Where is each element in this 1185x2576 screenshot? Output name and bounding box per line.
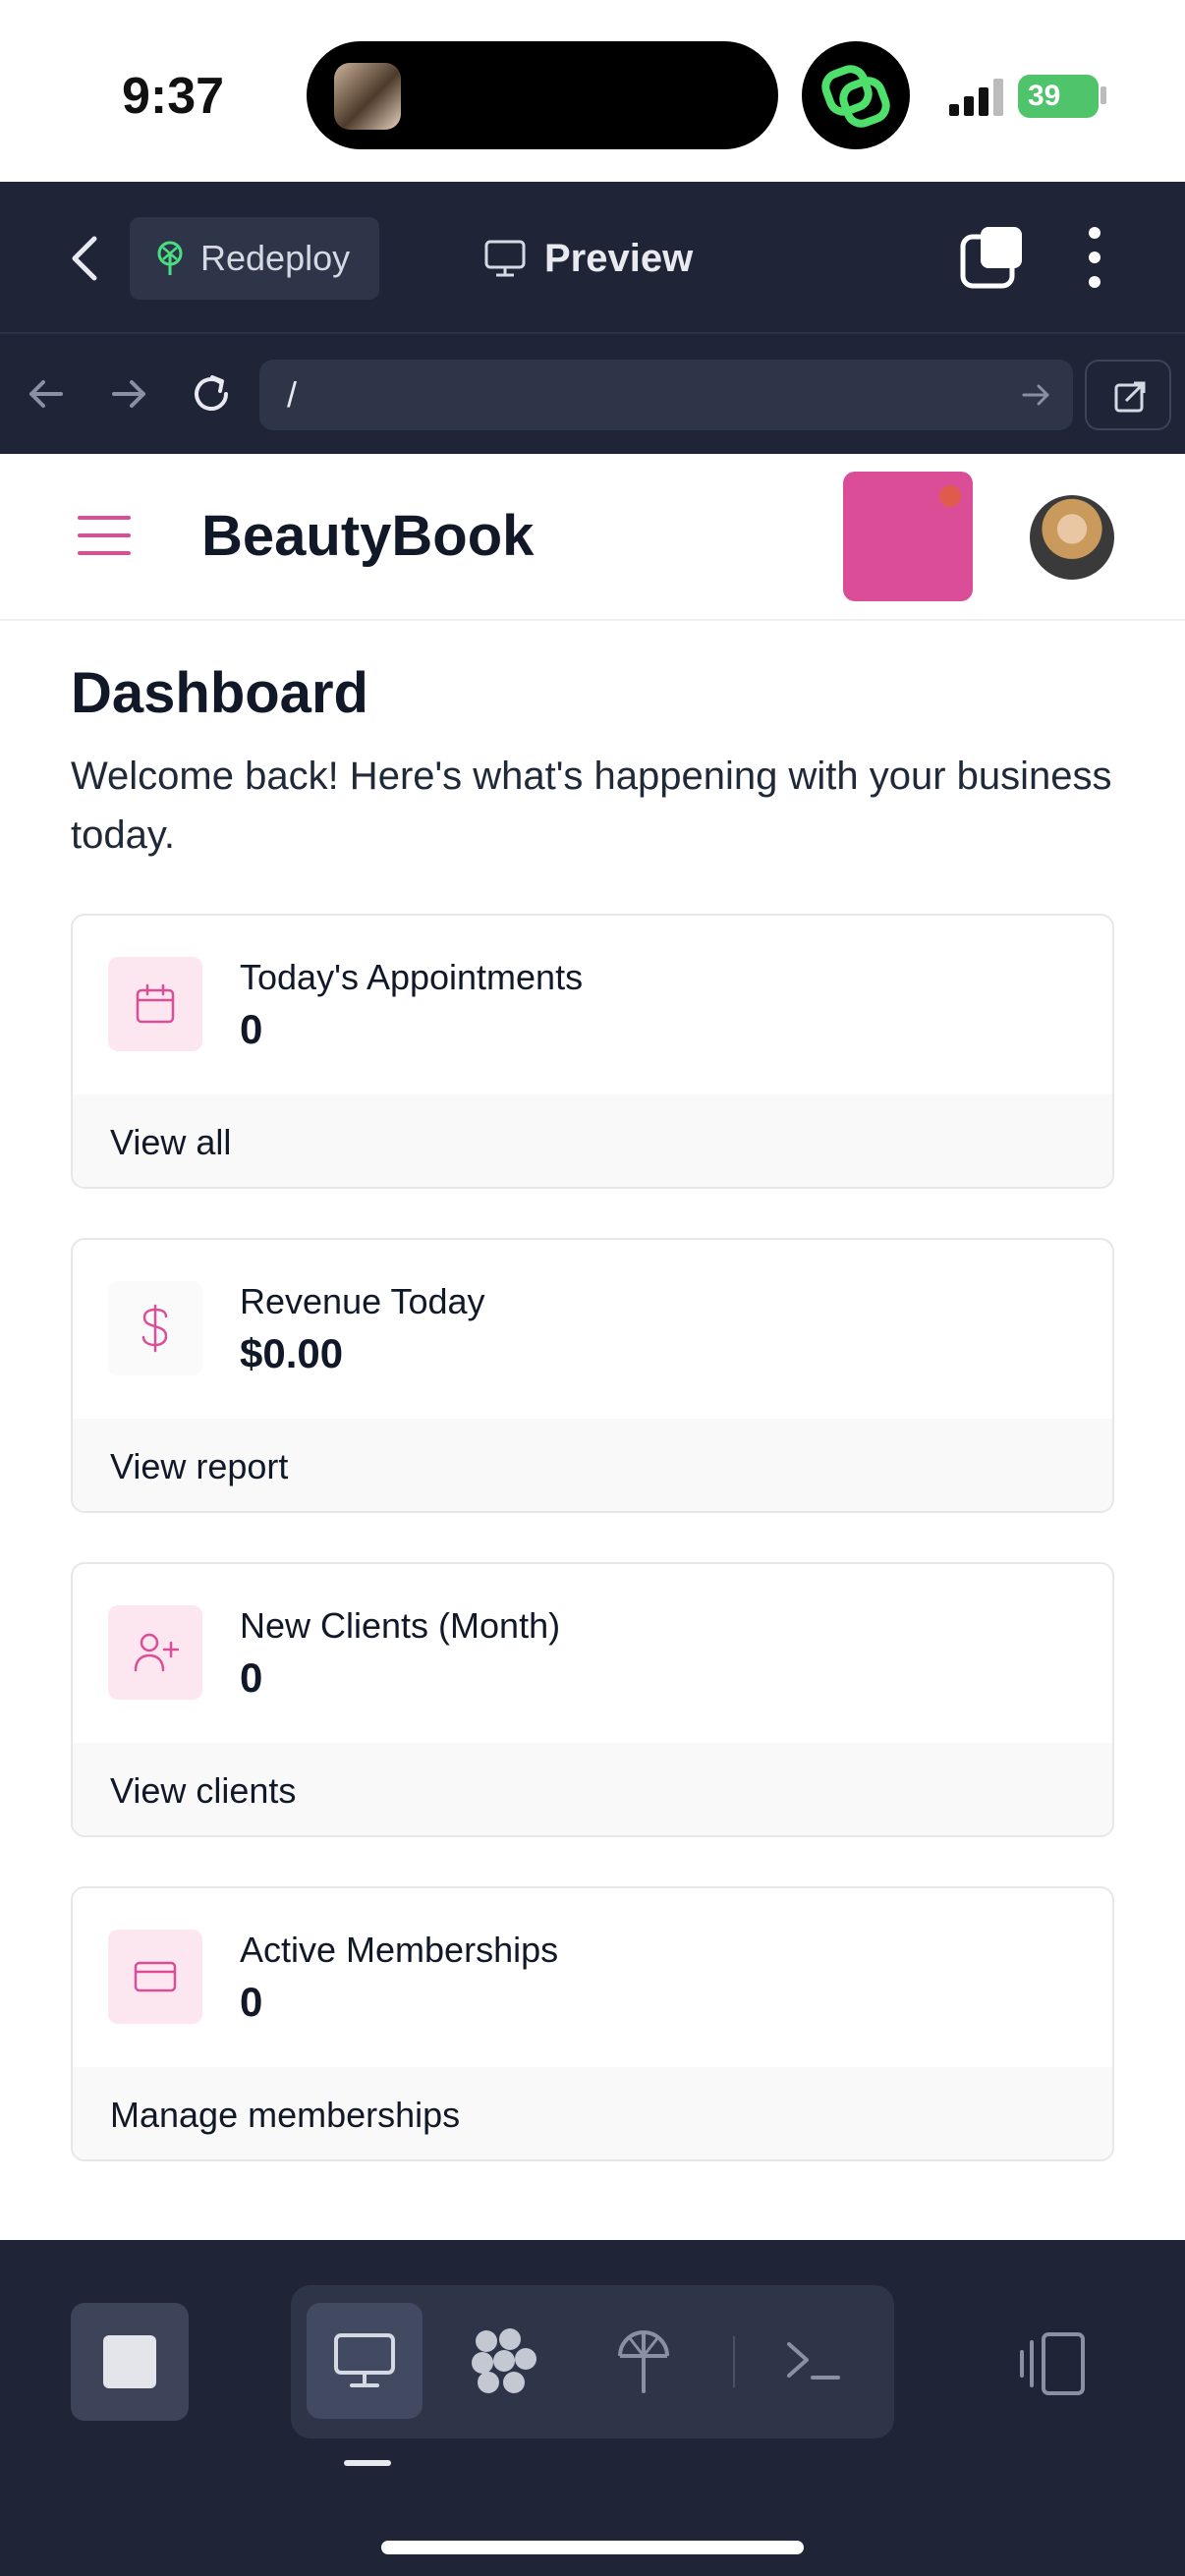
- dock-active-indicator: [344, 2460, 391, 2466]
- stat-card-memberships: Active Memberships 0 Manage memberships: [71, 1886, 1114, 2161]
- workflow-dock-tab[interactable]: [446, 2303, 562, 2419]
- page-subtitle: Welcome back! Here's what's happening wi…: [71, 755, 1112, 857]
- reload-icon[interactable]: [187, 364, 236, 424]
- card-value: 0: [240, 1006, 263, 1052]
- user-plus-icon: [108, 1605, 202, 1700]
- battery-icon: 39: [1018, 75, 1099, 118]
- url-input[interactable]: /: [259, 360, 1073, 430]
- card-value: 0: [240, 1979, 263, 2025]
- back-icon[interactable]: [57, 229, 112, 288]
- dock-divider: [733, 2336, 735, 2387]
- view-report-link[interactable]: View report: [110, 1446, 288, 1487]
- view-all-link[interactable]: View all: [110, 1122, 231, 1163]
- home-indicator: [381, 2541, 804, 2554]
- card-value: $0.00: [240, 1330, 344, 1376]
- url-toolbar: /: [0, 334, 1185, 454]
- terminal-icon: [787, 2342, 840, 2380]
- bottom-dock: [0, 2240, 1185, 2576]
- sidebar-toggle-icon[interactable]: [1018, 2328, 1089, 2399]
- nav-forward-icon[interactable]: [104, 364, 153, 424]
- redeploy-button[interactable]: Redeploy: [130, 217, 379, 300]
- more-options-icon[interactable]: [1075, 223, 1114, 292]
- card-label: Revenue Today: [240, 1281, 485, 1321]
- credit-card-icon: [108, 1930, 202, 2024]
- stat-card-revenue: Revenue Today $0.00 View report: [71, 1238, 1114, 1513]
- deploy-dock-tab[interactable]: [586, 2303, 702, 2419]
- status-bar: 9:37 39: [0, 0, 1185, 182]
- page-title: Dashboard: [71, 661, 368, 725]
- card-label: New Clients (Month): [240, 1605, 561, 1646]
- stop-button[interactable]: [71, 2303, 189, 2421]
- avatar[interactable]: [1030, 495, 1114, 580]
- card-label: Active Memberships: [240, 1930, 559, 1970]
- open-external-button[interactable]: [1085, 360, 1171, 430]
- status-time: 9:37: [122, 68, 225, 125]
- battery-nub: [1100, 86, 1106, 104]
- dynamic-island: [307, 41, 778, 149]
- stop-icon: [103, 2335, 156, 2388]
- redeploy-label: Redeploy: [200, 238, 351, 278]
- link-icon: [802, 41, 910, 149]
- notifications-button[interactable]: [843, 472, 973, 601]
- dollar-icon: [108, 1281, 202, 1375]
- app-header: BeautyBook: [0, 454, 1185, 621]
- dock-tab-group: [291, 2285, 894, 2438]
- signal-icon: [949, 79, 1003, 116]
- hamburger-menu-icon[interactable]: [77, 513, 132, 558]
- nodes-icon: [472, 2328, 536, 2393]
- view-clients-link[interactable]: View clients: [110, 1770, 296, 1812]
- card-label: Today's Appointments: [240, 957, 584, 997]
- console-dock-tab[interactable]: [755, 2303, 871, 2419]
- battery-level: 39: [1028, 80, 1061, 112]
- monitor-icon: [484, 240, 526, 277]
- now-playing-thumbnail: [334, 63, 401, 130]
- preview-dock-tab[interactable]: [307, 2303, 423, 2419]
- preview-label: Preview: [544, 236, 694, 280]
- preview-tab[interactable]: Preview: [483, 217, 693, 300]
- go-arrow-icon[interactable]: [1020, 377, 1053, 413]
- nav-back-icon[interactable]: [22, 364, 71, 424]
- app-brand: BeautyBook: [201, 504, 535, 568]
- deploy-icon: [618, 2330, 669, 2393]
- deploy-icon: [157, 241, 183, 275]
- top-toolbar: Redeploy Preview: [0, 182, 1185, 334]
- tabs-icon[interactable]: [959, 223, 1026, 290]
- url-text: /: [287, 374, 298, 415]
- stat-card-new-clients: New Clients (Month) 0 View clients: [71, 1562, 1114, 1837]
- calendar-icon: [108, 957, 202, 1051]
- external-link-icon: [1114, 381, 1146, 413]
- stat-card-appointments: Today's Appointments 0 View all: [71, 914, 1114, 1189]
- manage-memberships-link[interactable]: Manage memberships: [110, 2095, 460, 2136]
- monitor-icon: [334, 2333, 395, 2387]
- card-value: 0: [240, 1654, 263, 1701]
- notification-badge: [939, 485, 961, 507]
